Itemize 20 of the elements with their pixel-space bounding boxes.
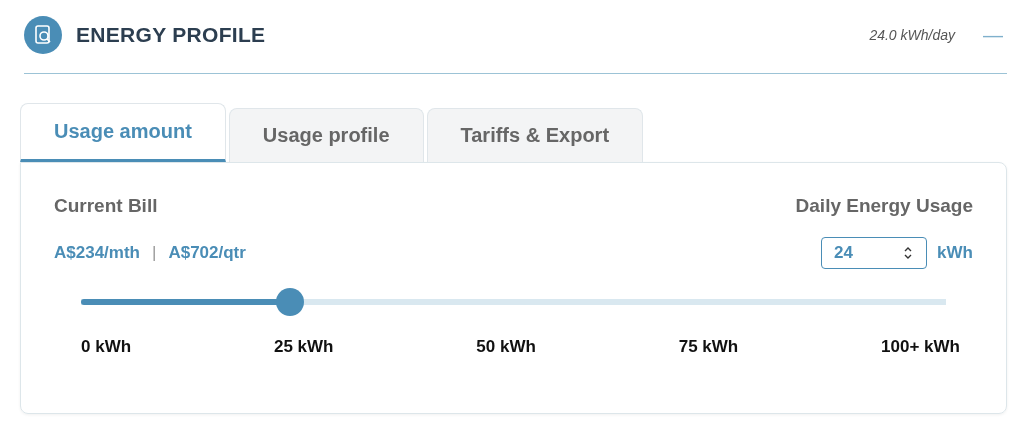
unit-label: kWh	[937, 243, 973, 263]
tick-label: 25 kWh	[273, 337, 334, 357]
quarterly-bill: A$702/qtr	[168, 243, 246, 263]
usage-input[interactable]: 24	[821, 237, 928, 269]
tick-label: 0 kWh	[81, 337, 132, 357]
tick-label: 100+ kWh	[881, 337, 960, 357]
daily-usage-label: Daily Energy Usage	[795, 195, 973, 217]
separator: |	[152, 243, 157, 263]
tab[interactable]: Usage profile	[228, 108, 424, 162]
tick-label: 50 kWh	[476, 337, 536, 357]
tab[interactable]: Usage amount	[20, 103, 226, 162]
collapse-button[interactable]: —	[979, 23, 1007, 47]
slider-thumb[interactable]	[276, 288, 305, 316]
current-bill-label: Current Bill	[54, 195, 158, 217]
tab[interactable]: Tariffs & Export	[426, 108, 644, 162]
daily-usage-summary: 24.0 kWh/day	[869, 27, 955, 43]
tick-label: 75 kWh	[678, 337, 739, 357]
section-title: ENERGY PROFILE	[76, 23, 266, 47]
document-search-icon	[24, 16, 62, 54]
monthly-bill: A$234/mth	[54, 243, 140, 263]
